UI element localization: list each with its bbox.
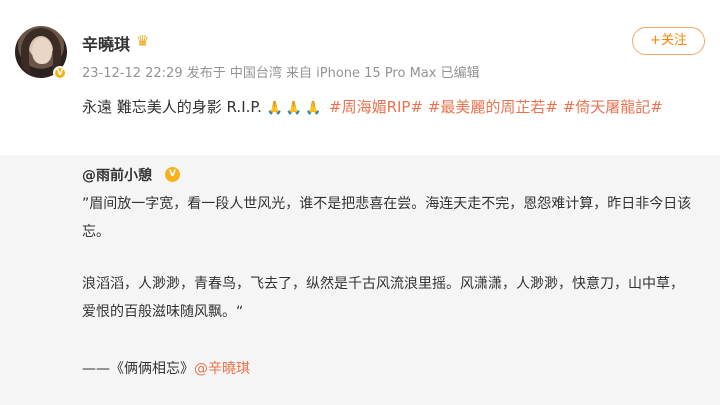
mention-link[interactable]: @辛曉琪 <box>194 361 250 377</box>
repost-author[interactable]: @雨前小憩 <box>82 165 152 185</box>
hashtag-link[interactable]: #最美麗的周芷若# <box>428 98 558 116</box>
repost-paragraph: ”眉间放一字宽，看一段人世风光，谁不是把悲喜在尝。海连天走不完，恩怨难计算，昨日… <box>82 196 692 240</box>
author-name[interactable]: 辛曉琪 <box>82 31 130 55</box>
hashtag-link[interactable]: #周海媚RIP# <box>329 98 423 116</box>
post-meta: 23-12-12 22:29 发布于 中国台湾 来自 iPhone 15 Pro… <box>82 66 480 81</box>
follow-button[interactable]: +关注 <box>632 27 705 55</box>
avatar-face <box>32 38 52 64</box>
hashtag-link[interactable]: #倚天屠龍記# <box>563 98 663 116</box>
song-title: ——《俩俩相忘》 <box>82 361 194 377</box>
post-content: 永遠 難忘美人的身影 R.I.P. 🙏🙏🙏 #周海媚RIP# #最美麗的周芷若#… <box>82 94 712 122</box>
avatar-verified-icon: V <box>53 66 67 80</box>
repost-paragraph: 浪滔滔，人渺渺，青春鸟，飞去了，纵然是千古风流浪里摇。风潇潇，人渺渺，快意刀，山… <box>82 276 684 320</box>
crown-icon: ♛ <box>136 32 150 50</box>
repost-signature: ——《俩俩相忘》@辛曉琪 <box>82 357 250 381</box>
verified-badge-icon: V <box>165 167 180 182</box>
praying-hands-icon: 🙏🙏🙏 <box>266 101 325 116</box>
post-text: 永遠 難忘美人的身影 R.I.P. <box>82 98 262 116</box>
